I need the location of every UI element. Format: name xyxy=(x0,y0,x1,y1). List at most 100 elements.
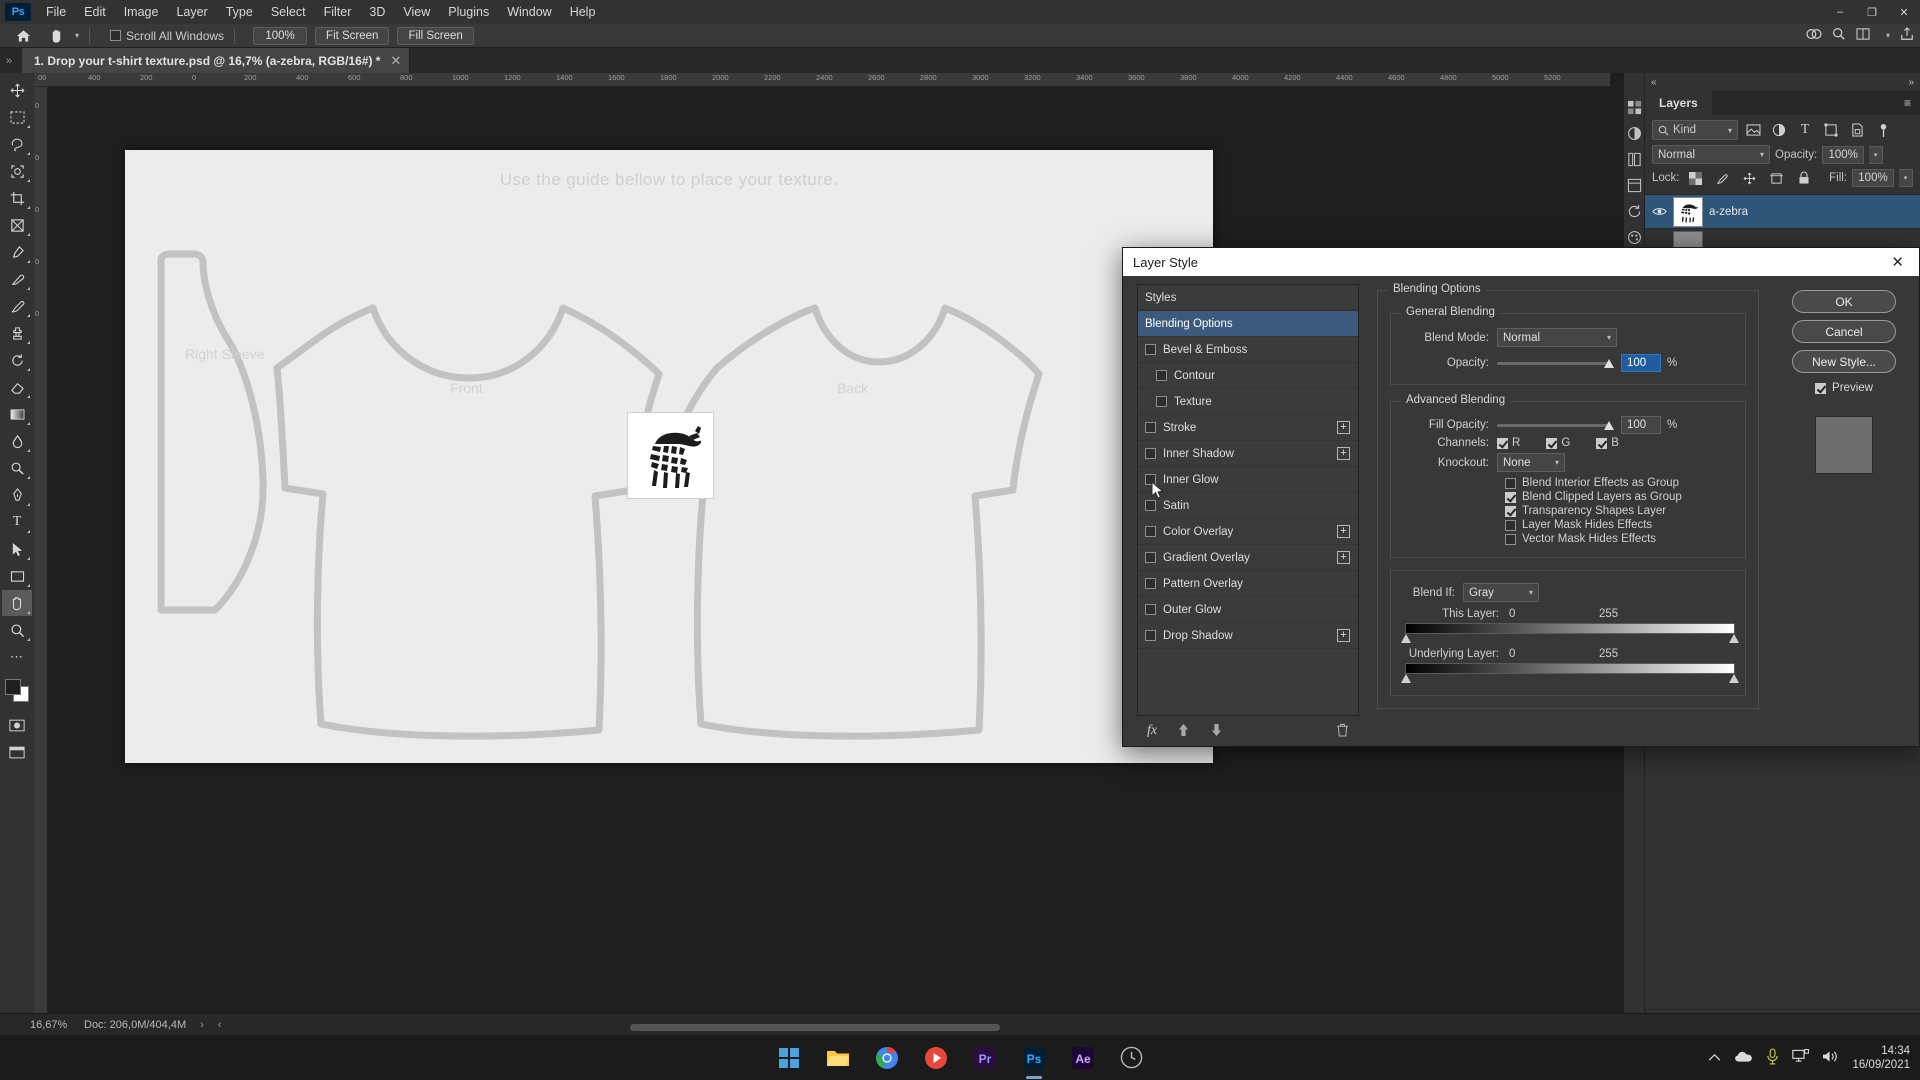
style-item-stroke[interactable]: Stroke + xyxy=(1138,415,1358,441)
menu-3d[interactable]: 3D xyxy=(360,1,394,23)
menu-edit[interactable]: Edit xyxy=(75,1,115,23)
menu-file[interactable]: File xyxy=(37,1,75,23)
blend-clipped-layers-box[interactable] xyxy=(1505,491,1516,503)
blend-mode-chevron-icon[interactable]: ▾ xyxy=(1607,333,1611,342)
tray-chevron-icon[interactable] xyxy=(1708,1051,1721,1065)
this-layer-max[interactable]: 255 xyxy=(1599,608,1618,620)
layer-thumbnail[interactable] xyxy=(1673,196,1703,227)
tool-eyedropper[interactable] xyxy=(2,239,32,265)
rail-adjustments-icon[interactable] xyxy=(1626,125,1643,142)
menu-view[interactable]: View xyxy=(394,1,439,23)
tool-zoom[interactable] xyxy=(2,617,32,643)
dialog-close-icon[interactable]: ✕ xyxy=(1886,253,1909,271)
opacity-slider[interactable] xyxy=(1497,355,1614,371)
lock-artboard-icon[interactable] xyxy=(1766,168,1788,188)
underlying-layer-white-knob[interactable] xyxy=(1729,674,1739,683)
zoom-100-button[interactable]: 100% xyxy=(253,26,308,45)
add-color-overlay-effect-icon[interactable]: + xyxy=(1337,525,1350,538)
knockout-chevron-icon[interactable]: ▾ xyxy=(1555,458,1559,467)
ok-button[interactable]: OK xyxy=(1792,290,1896,313)
rail-libraries-icon[interactable] xyxy=(1626,151,1643,168)
add-gradient-overlay-effect-icon[interactable]: + xyxy=(1337,551,1350,564)
horizontal-scrollbar[interactable] xyxy=(290,1024,1630,1033)
preview-checkbox[interactable]: Preview xyxy=(1815,382,1873,394)
style-checkbox[interactable] xyxy=(1156,396,1167,407)
blend-if-channel-select[interactable]: Gray ▾ xyxy=(1463,583,1539,602)
volume-icon[interactable] xyxy=(1822,1049,1839,1067)
menu-image[interactable]: Image xyxy=(115,1,168,23)
tool-pen[interactable] xyxy=(2,482,32,508)
lock-all-icon[interactable] xyxy=(1793,168,1815,188)
zebra-texture-layer[interactable] xyxy=(627,412,714,499)
blend-interior-effects-box[interactable] xyxy=(1505,477,1516,489)
tool-eraser[interactable] xyxy=(2,374,32,400)
style-item-satin[interactable]: Satin xyxy=(1138,493,1358,519)
style-item-pattern-overlay[interactable]: Pattern Overlay xyxy=(1138,571,1358,597)
tab-layers[interactable]: Layers xyxy=(1645,91,1712,115)
layer-opacity-value[interactable]: 100% xyxy=(1822,145,1865,164)
status-doc-info[interactable]: Doc: 206,0M/404,4M xyxy=(84,1019,186,1031)
style-checkbox[interactable] xyxy=(1145,552,1156,563)
move-effect-up-icon[interactable] xyxy=(1177,723,1190,740)
onedrive-icon[interactable] xyxy=(1734,1050,1753,1066)
status-zoom-level[interactable]: 16,67% xyxy=(0,1019,67,1031)
style-item-inner-glow[interactable]: Inner Glow xyxy=(1138,467,1358,493)
scroll-all-windows-box[interactable] xyxy=(110,30,122,41)
this-layer-black-knob[interactable] xyxy=(1401,634,1411,643)
document-tab-close-icon[interactable]: ✕ xyxy=(390,53,401,69)
share-icon[interactable] xyxy=(1900,27,1914,44)
artboard[interactable]: Use the guide bellow to place your textu… xyxy=(125,150,1213,763)
channel-g-checkbox[interactable]: G xyxy=(1546,437,1570,449)
taskbar-adobe-photoshop[interactable]: Ps xyxy=(1017,1041,1051,1079)
this-layer-min[interactable]: 0 xyxy=(1509,608,1599,620)
arrange-chevron-icon[interactable]: ▾ xyxy=(1886,31,1890,40)
channel-b-checkbox[interactable]: B xyxy=(1596,437,1619,449)
tool-healing-brush[interactable] xyxy=(2,266,32,292)
style-checkbox[interactable] xyxy=(1145,604,1156,615)
tool-object-selection[interactable] xyxy=(2,158,32,184)
quick-mask-icon[interactable] xyxy=(2,712,32,738)
panel-collapse-left-icon[interactable]: « xyxy=(1651,77,1657,88)
color-swatches[interactable] xyxy=(3,677,31,703)
style-item-texture[interactable]: Texture xyxy=(1138,389,1358,415)
transparency-shapes-layer-checkbox[interactable]: Transparency Shapes Layer xyxy=(1505,505,1735,517)
layer-blend-mode-select[interactable]: Normal ▾ xyxy=(1652,145,1770,164)
menu-help[interactable]: Help xyxy=(561,1,605,23)
tool-edit-toolbar[interactable]: ⋯ xyxy=(2,644,32,670)
tool-preset-chevron-icon[interactable]: ▾ xyxy=(75,31,79,40)
screen-mode-icon[interactable] xyxy=(2,739,32,765)
taskbar-media-player[interactable] xyxy=(919,1041,953,1075)
menu-type[interactable]: Type xyxy=(217,1,262,23)
tool-crop[interactable] xyxy=(2,185,32,211)
arrange-documents-icon[interactable] xyxy=(1856,28,1870,43)
style-item-drop-shadow[interactable]: Drop Shadow + xyxy=(1138,623,1358,649)
taskbar-file-explorer[interactable] xyxy=(821,1041,855,1075)
style-checkbox[interactable] xyxy=(1145,344,1156,355)
this-layer-white-knob[interactable] xyxy=(1729,634,1739,643)
rail-history-icon[interactable] xyxy=(1626,203,1643,220)
dialog-title-bar[interactable]: Layer Style ✕ xyxy=(1123,248,1919,276)
vertical-ruler[interactable]: 0 0 0 0 0 xyxy=(34,87,48,1035)
style-item-inner-shadow[interactable]: Inner Shadow + xyxy=(1138,441,1358,467)
add-inner-shadow-effect-icon[interactable]: + xyxy=(1337,447,1350,460)
layer-mask-hides-effects-box[interactable] xyxy=(1505,519,1516,531)
cancel-button[interactable]: Cancel xyxy=(1792,320,1896,343)
tool-brush[interactable] xyxy=(2,293,32,319)
channel-g-box[interactable] xyxy=(1546,437,1558,449)
tool-frame[interactable] xyxy=(2,212,32,238)
foreground-color-swatch[interactable] xyxy=(5,679,21,695)
menu-select[interactable]: Select xyxy=(262,1,315,23)
channel-r-box[interactable] xyxy=(1497,437,1508,449)
layer-visibility-icon[interactable] xyxy=(1651,206,1667,217)
status-collapse-icon[interactable]: ‹ xyxy=(218,1019,222,1031)
underlying-layer-min[interactable]: 0 xyxy=(1509,648,1599,660)
filter-smart-object-icon[interactable] xyxy=(1846,120,1868,140)
document-tab[interactable]: 1. Drop your t-shirt texture.psd @ 16,7%… xyxy=(22,48,411,73)
fill-opacity-input[interactable]: 100 xyxy=(1621,416,1661,434)
tabbar-expand-icon[interactable]: » xyxy=(0,55,22,73)
tool-type[interactable]: T xyxy=(2,509,32,535)
panel-menu-icon[interactable]: ≡ xyxy=(1895,91,1920,115)
tool-clone-stamp[interactable] xyxy=(2,320,32,346)
layer-blend-chevron-icon[interactable]: ▾ xyxy=(1760,150,1764,159)
minimize-button[interactable]: – xyxy=(1824,0,1856,24)
